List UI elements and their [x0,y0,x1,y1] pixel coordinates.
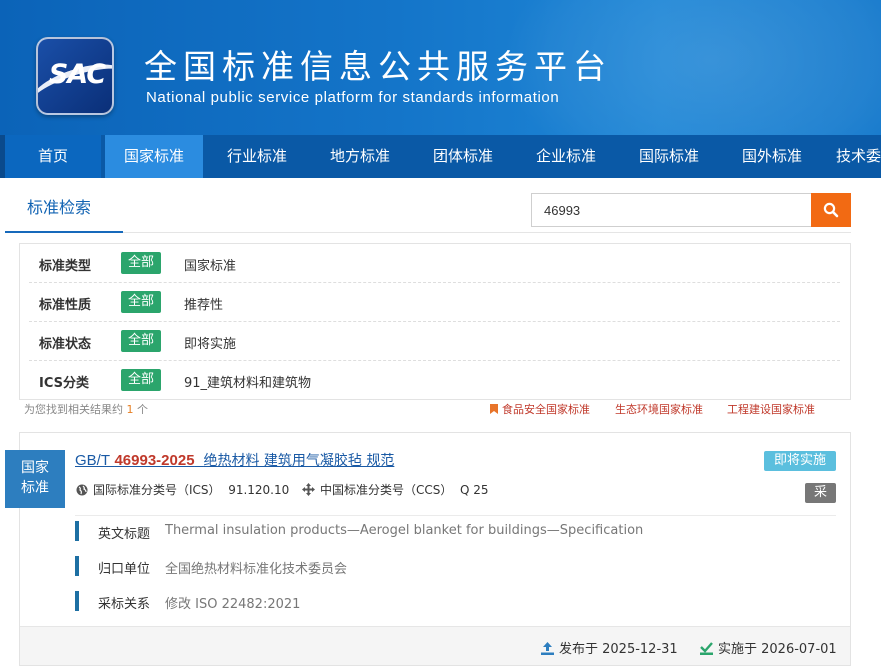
site-title: 全国标准信息公共服务平台 [144,47,612,86]
nav-enterprise[interactable]: 企业标准 [516,135,616,178]
quick-link-eco[interactable]: 生态环境国家标准 [615,401,703,417]
detail-value: 全国绝热材料标准化技术委员会 [165,562,348,577]
globe-icon [76,484,88,496]
filter-all-badge[interactable]: 全部 [121,330,161,352]
filter-row-type: 标准类型 全部 国家标准 [29,244,840,283]
check-icon [700,642,713,655]
ics-classification: 国际标准分类号（ICS） 91.120.10 [76,481,289,498]
detail-key: 采标关系 [98,597,151,612]
bookmark-icon [490,404,498,414]
sac-logo[interactable]: SAC [36,37,114,115]
nav-foreign[interactable]: 国外标准 [722,135,822,178]
effective-date: 实施于 2026-07-01 [700,638,837,657]
publish-date: 发布于 2025-12-31 [541,638,678,657]
nav-home[interactable]: 首页 [5,135,101,178]
status-badge: 即将实施 [764,451,836,471]
site-subtitle: National public service platform for sta… [146,89,560,106]
nav-industry[interactable]: 行业标准 [207,135,307,178]
divider [75,515,836,516]
search-tab-label: 标准检索 [27,198,92,217]
filter-all-badge[interactable]: 全部 [121,291,161,313]
logo-text: SAC [48,59,106,90]
quick-link-construction[interactable]: 工程建设国家标准 [727,401,815,417]
site-banner: SAC 全国标准信息公共服务平台 National public service… [0,0,881,135]
upload-icon [541,642,554,655]
detail-value: 修改 ISO 22482:2021 [165,597,301,612]
nav-technical[interactable]: 技术委 [836,135,881,178]
adopt-badge: 采 [805,483,836,503]
main-nav: 首页 国家标准 行业标准 地方标准 团体标准 企业标准 国际标准 国外标准 技术… [0,135,881,178]
filter-label: 标准性质 [39,298,92,313]
filter-value[interactable]: 91_建筑材料和建筑物 [184,372,311,391]
filter-label: ICS分类 [39,376,89,391]
filter-value[interactable]: 国家标准 [184,255,236,274]
filter-value[interactable]: 推荐性 [184,294,223,313]
ccs-classification: 中国标准分类号（CCS） Q 25 [302,481,489,498]
divider [123,232,851,233]
filter-value[interactable]: 即将实施 [184,333,236,352]
standard-title-link[interactable]: GB/T 46993-2025 绝热材料 建筑用气凝胶毡 规范 [75,450,394,470]
move-icon [302,483,315,496]
detail-key: 归口单位 [98,562,151,577]
filter-all-badge[interactable]: 全部 [121,369,161,391]
search-tab[interactable]: 标准检索 [5,178,123,233]
filter-label: 标准类型 [39,259,92,274]
filter-all-badge[interactable]: 全部 [121,252,161,274]
quick-link-food[interactable]: 食品安全国家标准 [490,401,590,417]
filter-label: 标准状态 [39,337,92,352]
nav-local[interactable]: 地方标准 [310,135,410,178]
search-button[interactable] [811,193,851,227]
result-count: 为您找到相关结果约 1 个 [24,403,148,416]
detail-value: Thermal insulation products—Aerogel blan… [165,523,644,538]
category-badge: 国家 标准 [5,450,65,508]
nav-group[interactable]: 团体标准 [413,135,513,178]
filter-panel: 标准类型 全部 国家标准 标准性质 全部 推荐性 标准状态 全部 即将实施 IC… [19,243,851,400]
nav-national[interactable]: 国家标准 [105,135,203,178]
detail-key: 英文标题 [98,527,151,542]
filter-row-nature: 标准性质 全部 推荐性 [29,283,840,322]
filter-row-status: 标准状态 全部 即将实施 [29,322,840,361]
search-icon [823,202,839,218]
filter-row-ics: ICS分类 全部 91_建筑材料和建筑物 [29,361,840,400]
nav-international[interactable]: 国际标准 [619,135,719,178]
search-input[interactable] [531,193,812,227]
